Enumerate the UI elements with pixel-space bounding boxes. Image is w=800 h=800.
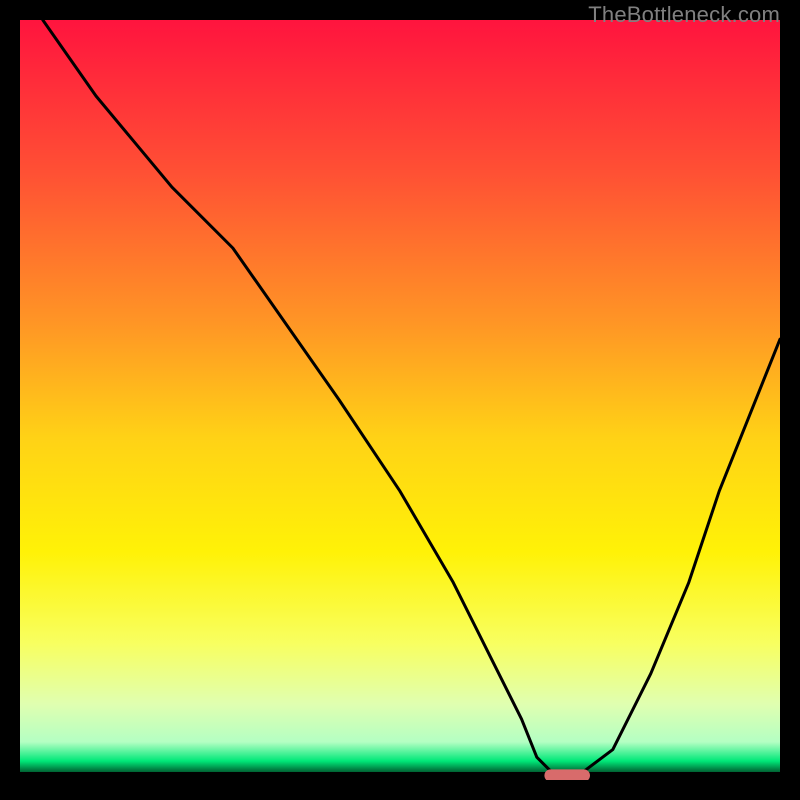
chart-frame	[20, 20, 780, 780]
bottleneck-chart	[20, 20, 780, 780]
watermark-text: TheBottleneck.com	[588, 2, 780, 28]
gradient-background	[20, 20, 780, 780]
optimal-marker	[544, 769, 590, 780]
baseline-band	[20, 772, 780, 780]
